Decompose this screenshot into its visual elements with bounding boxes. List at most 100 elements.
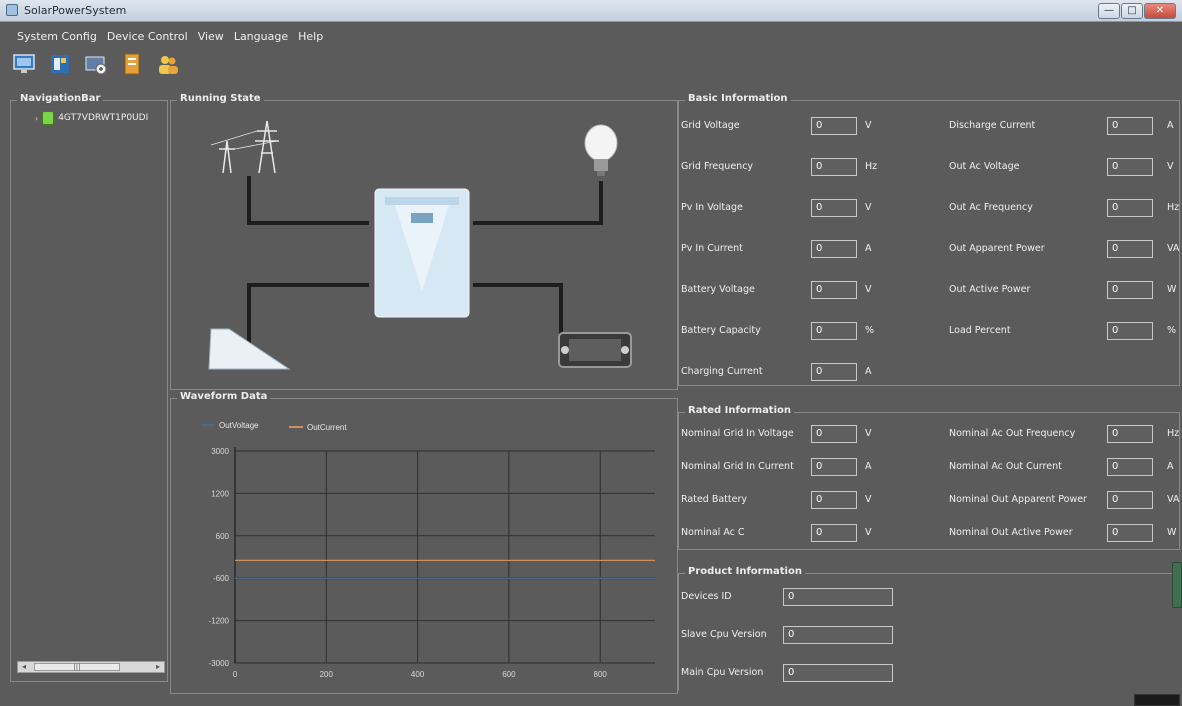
value-field[interactable]: 0 xyxy=(811,363,857,381)
unit-label: V xyxy=(865,428,872,439)
field-label: Nominal Grid In Voltage xyxy=(681,428,794,439)
waveform-panel: Waveform Data OutVoltage OutCurrent 3000… xyxy=(170,391,678,694)
x-tick-label: 800 xyxy=(594,670,608,679)
field-label: Devices ID xyxy=(681,591,732,602)
light-bulb-icon xyxy=(584,124,618,176)
value-field[interactable]: 0 xyxy=(1107,425,1153,443)
value-field[interactable]: 0 xyxy=(811,281,857,299)
scroll-right-icon[interactable]: ▸ xyxy=(152,662,164,672)
value-field[interactable]: 0 xyxy=(1107,458,1153,476)
waveform-chart: OutVoltage OutCurrent 3000 1200 600 -600 -12… xyxy=(201,421,655,679)
value-field[interactable]: 0 xyxy=(811,117,857,135)
field-label: Nominal Grid In Current xyxy=(681,461,794,472)
field-label: Nominal Ac Out Frequency xyxy=(949,428,1076,439)
field-label: Load Percent xyxy=(949,325,1011,336)
value-field[interactable]: 0 xyxy=(1107,158,1153,176)
title-bar: SolarPowerSystem — □ ✕ xyxy=(0,0,1182,22)
scroll-thumb[interactable]: ||| xyxy=(34,663,120,671)
value-field[interactable]: 0 xyxy=(1107,240,1153,258)
field-label: Pv In Voltage xyxy=(681,202,743,213)
running-state-panel: Running State xyxy=(170,93,678,390)
chart-grid xyxy=(234,447,655,664)
value-field[interactable]: 0 xyxy=(811,199,857,217)
scroll-left-icon[interactable]: ◂ xyxy=(18,662,30,672)
device-tree-node[interactable]: › 4GT7VDRWT1P0UDI xyxy=(35,111,148,125)
unit-label: V xyxy=(865,284,872,295)
field-label: Discharge Current xyxy=(949,120,1036,131)
unit-label: V xyxy=(865,202,872,213)
product-info-title: Product Information xyxy=(685,566,805,577)
menu-language[interactable]: Language xyxy=(229,26,293,48)
unit-label: A xyxy=(865,243,872,254)
menu-help[interactable]: Help xyxy=(293,26,328,48)
field-label: Charging Current xyxy=(681,366,763,377)
unit-label: A xyxy=(1167,461,1174,472)
value-field[interactable]: 0 xyxy=(811,322,857,340)
value-field[interactable]: 0 xyxy=(1107,322,1153,340)
chart-series xyxy=(235,559,655,579)
field-label: Out Ac Frequency xyxy=(949,202,1033,213)
legend-label-outvoltage: OutVoltage xyxy=(219,421,259,430)
x-tick-label: 0 xyxy=(233,670,238,679)
system-diagram xyxy=(208,120,632,370)
unit-label: % xyxy=(865,325,875,336)
value-field[interactable]: 0 xyxy=(811,158,857,176)
chart-legend: OutVoltage OutCurrent xyxy=(201,421,347,432)
y-tick-label: -600 xyxy=(213,574,230,583)
value-field[interactable]: 0 xyxy=(783,588,893,606)
value-field[interactable]: 0 xyxy=(1107,524,1153,542)
y-tick-label: 600 xyxy=(216,532,230,541)
unit-label: V xyxy=(1167,161,1174,172)
field-label: Out Active Power xyxy=(949,284,1031,295)
field-label: Out Ac Voltage xyxy=(949,161,1020,172)
close-button[interactable]: ✕ xyxy=(1144,3,1176,19)
value-field[interactable]: 0 xyxy=(1107,199,1153,217)
field-label: Grid Frequency xyxy=(681,161,754,172)
value-field[interactable]: 0 xyxy=(811,458,857,476)
minimize-button[interactable]: — xyxy=(1098,3,1120,19)
value-field[interactable]: 0 xyxy=(811,491,857,509)
product-info-panel: Product Information Devices ID 0 Slave Cpu… xyxy=(678,566,1180,691)
rated-info-title: Rated Information xyxy=(685,405,795,416)
battery-icon xyxy=(558,332,632,368)
log-icon[interactable] xyxy=(120,52,144,76)
value-field[interactable]: 0 xyxy=(1107,491,1153,509)
menu-system-config[interactable]: System Config xyxy=(12,26,102,48)
value-field[interactable]: 0 xyxy=(1107,117,1153,135)
field-label: Nominal Ac C xyxy=(681,527,745,538)
value-field[interactable]: 0 xyxy=(811,524,857,542)
device-status-icon xyxy=(42,111,55,125)
device-id-label: 4GT7VDRWT1P0UDI xyxy=(58,113,149,123)
power-tower-icon xyxy=(210,120,279,174)
value-field[interactable]: 0 xyxy=(811,240,857,258)
field-label: Slave Cpu Version xyxy=(681,629,767,640)
y-tick-label: 1200 xyxy=(211,489,229,498)
field-label: Pv In Current xyxy=(681,243,743,254)
horizontal-scrollbar[interactable]: ◂ ||| ▸ xyxy=(17,661,165,673)
menu-device-control[interactable]: Device Control xyxy=(102,26,193,48)
x-tick-label: 600 xyxy=(502,670,516,679)
value-field[interactable]: 0 xyxy=(811,425,857,443)
unit-label: A xyxy=(1167,120,1174,131)
value-field[interactable]: 0 xyxy=(783,664,893,682)
tree-expander-icon[interactable]: › xyxy=(35,114,38,123)
field-label: Battery Capacity xyxy=(681,325,761,336)
inverter-icon xyxy=(374,188,470,318)
field-label: Grid Voltage xyxy=(681,120,740,131)
unit-label: VA xyxy=(1167,243,1180,254)
window-title: SolarPowerSystem xyxy=(24,4,127,17)
menu-view[interactable]: View xyxy=(193,26,229,48)
legend-label-outcurrent: OutCurrent xyxy=(307,423,347,432)
y-tick-label: -1200 xyxy=(209,617,230,626)
side-dock-tab[interactable] xyxy=(1172,562,1182,608)
app-window: SolarPowerSystem — □ ✕ System Config Dev… xyxy=(0,0,1182,706)
value-field[interactable]: 0 xyxy=(783,626,893,644)
value-field[interactable]: 0 xyxy=(1107,281,1153,299)
menu-bar: System Config Device Control View Langua… xyxy=(0,26,1182,48)
device-icon[interactable] xyxy=(84,52,108,76)
config-icon[interactable] xyxy=(48,52,72,76)
unit-label: V xyxy=(865,120,872,131)
maximize-button[interactable]: □ xyxy=(1121,3,1143,19)
monitor-icon[interactable] xyxy=(12,52,36,76)
users-icon[interactable] xyxy=(156,52,180,76)
